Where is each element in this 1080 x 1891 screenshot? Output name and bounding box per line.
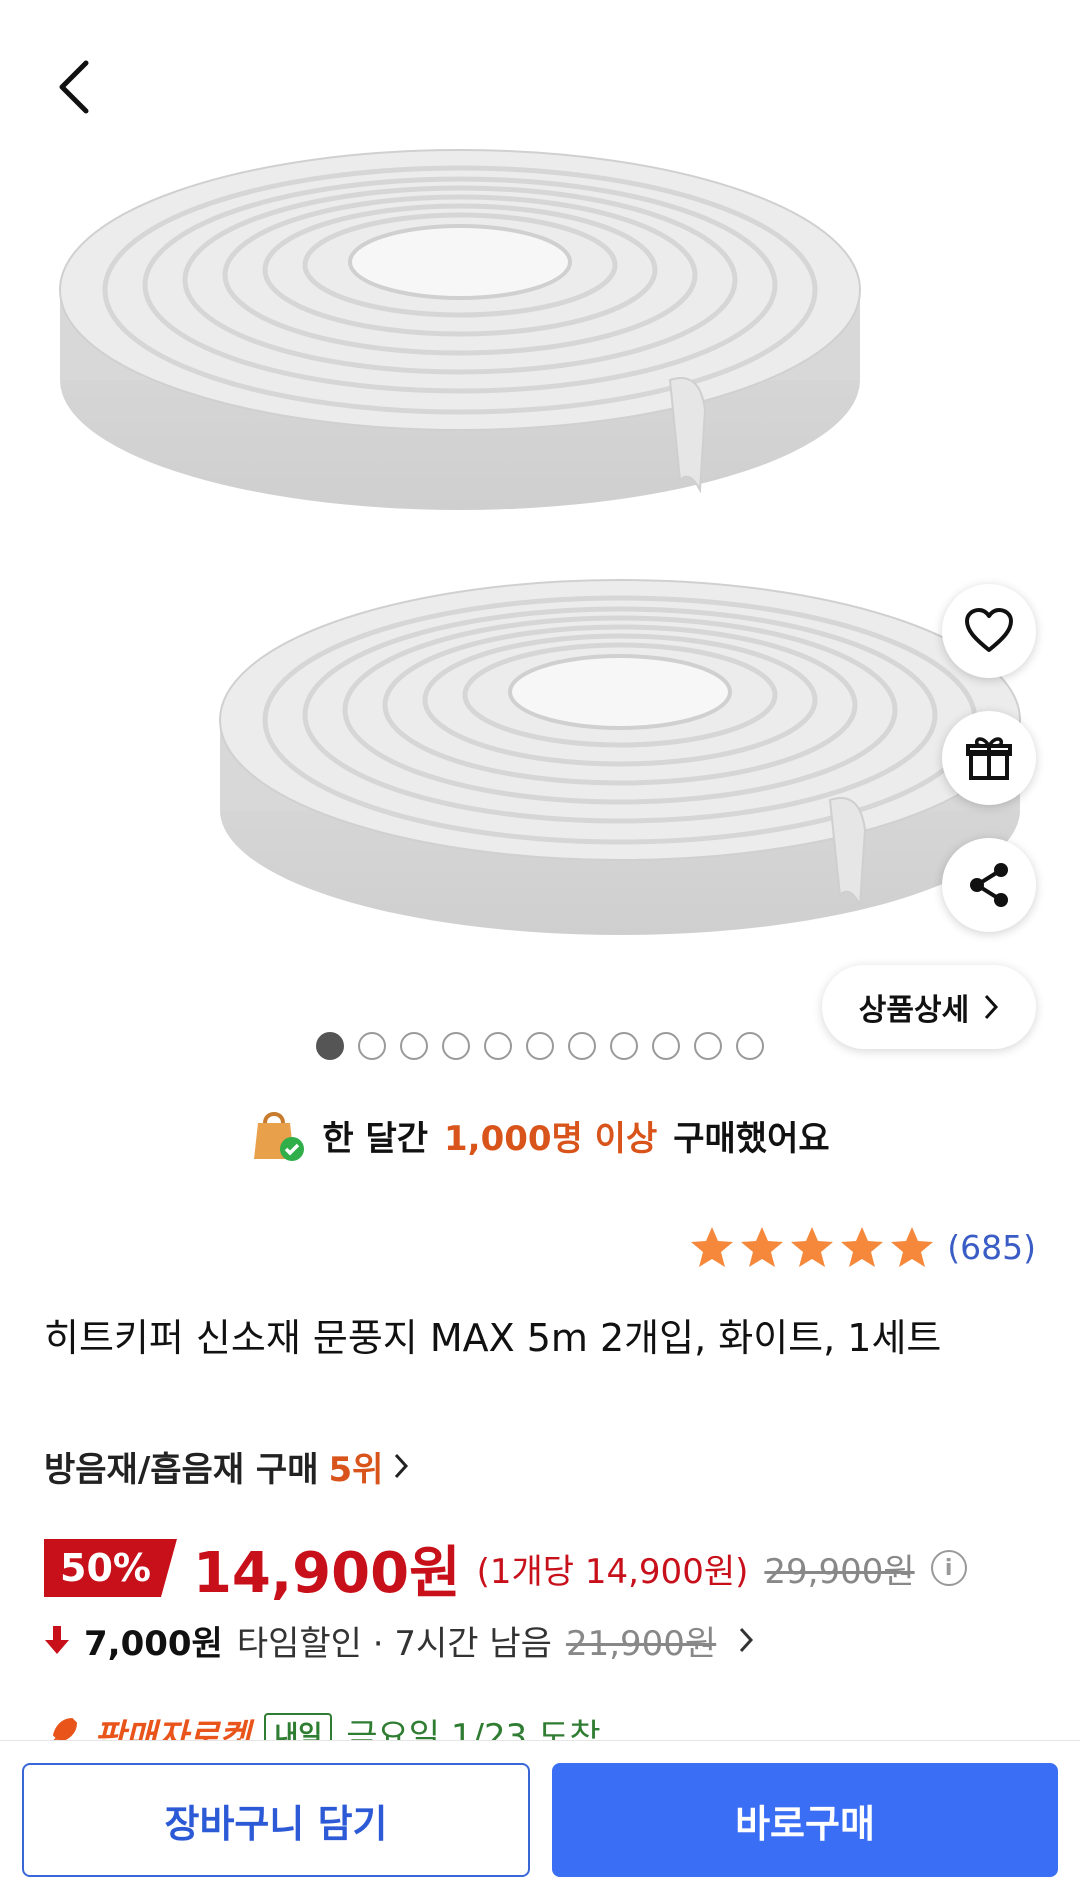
rank-category: 방음재/흡음재 구매: [44, 1449, 319, 1490]
star-icon: [841, 1227, 884, 1267]
price-row: 50% 14,900원 (1개당 14,900원) 29,900원 i: [44, 1530, 967, 1606]
chevron-right-icon: [740, 1627, 754, 1653]
gift-icon: [966, 737, 1012, 780]
product-image: [59, 149, 1021, 935]
product-detail-button[interactable]: 상품상세: [822, 965, 1036, 1049]
add-to-cart-button[interactable]: 장바구니 담기: [22, 1763, 530, 1877]
star-icon: [791, 1227, 834, 1267]
carousel-dot[interactable]: [442, 1032, 470, 1060]
rating[interactable]: (685): [689, 1222, 1036, 1272]
time-sale-label: 타임할인 · 7시간 남음: [236, 1623, 552, 1664]
star-icon: [891, 1227, 934, 1267]
rank-value: 5위: [328, 1449, 384, 1490]
carousel-dot[interactable]: [652, 1032, 680, 1060]
bottom-action-bar: 장바구니 담기 바로구매: [0, 1740, 1080, 1891]
carousel-dot[interactable]: [400, 1032, 428, 1060]
carousel-dot[interactable]: [358, 1032, 386, 1060]
heart-icon: [965, 608, 1013, 652]
wishlist-button[interactable]: [942, 584, 1036, 678]
star-icon: [691, 1227, 734, 1267]
chevron-left-icon: [59, 60, 89, 114]
product-image-area[interactable]: 상품상세: [0, 0, 1080, 1085]
share-icon: [970, 863, 1008, 907]
back-button[interactable]: [44, 52, 104, 122]
carousel-dot[interactable]: [526, 1032, 554, 1060]
product-detail-label: 상품상세: [858, 993, 970, 1028]
discount-badge: 50%: [44, 1539, 177, 1597]
product-title: 히트키퍼 신소재 문풍지 MAX 5m 2개입, 화이트, 1세트: [44, 1316, 942, 1360]
unit-price: (1개당 14,900원): [476, 1551, 749, 1592]
purchase-count: 1,000명 이상: [444, 1118, 658, 1159]
gift-button[interactable]: [942, 711, 1036, 805]
info-icon[interactable]: i: [930, 1550, 967, 1586]
carousel-dot[interactable]: [736, 1032, 764, 1060]
carousel-indicator[interactable]: [316, 1030, 764, 1062]
carousel-dot[interactable]: [568, 1032, 596, 1060]
chevron-right-icon: [395, 1453, 409, 1479]
share-button[interactable]: [942, 838, 1036, 932]
shopping-bag-check-icon: [254, 1112, 305, 1161]
chevron-right-icon: [985, 994, 999, 1020]
purchase-text-1: 한 달간: [322, 1118, 429, 1159]
carousel-dot[interactable]: [610, 1032, 638, 1060]
carousel-dot[interactable]: [694, 1032, 722, 1060]
time-sale-amount: 7,000원: [84, 1623, 223, 1664]
category-rank[interactable]: 방음재/흡음재 구매 5위: [44, 1440, 409, 1492]
purchase-text-2: 구매했어요: [673, 1118, 830, 1159]
star-icon: [741, 1227, 784, 1267]
purchase-count-banner: 한 달간 1,000명 이상 구매했어요: [0, 1095, 1080, 1175]
star-rating: [689, 1224, 935, 1270]
time-sale-row[interactable]: 7,000원 타임할인 · 7시간 남음 21,900원: [44, 1612, 754, 1668]
original-price: 29,900원: [764, 1551, 915, 1592]
carousel-dot[interactable]: [316, 1032, 344, 1060]
time-sale-original: 21,900원: [565, 1623, 717, 1664]
buy-now-button[interactable]: 바로구매: [552, 1763, 1058, 1877]
sale-price: 14,900원: [192, 1540, 461, 1606]
arrow-down-icon: [45, 1626, 69, 1654]
review-count[interactable]: (685): [947, 1228, 1036, 1267]
carousel-dot[interactable]: [484, 1032, 512, 1060]
